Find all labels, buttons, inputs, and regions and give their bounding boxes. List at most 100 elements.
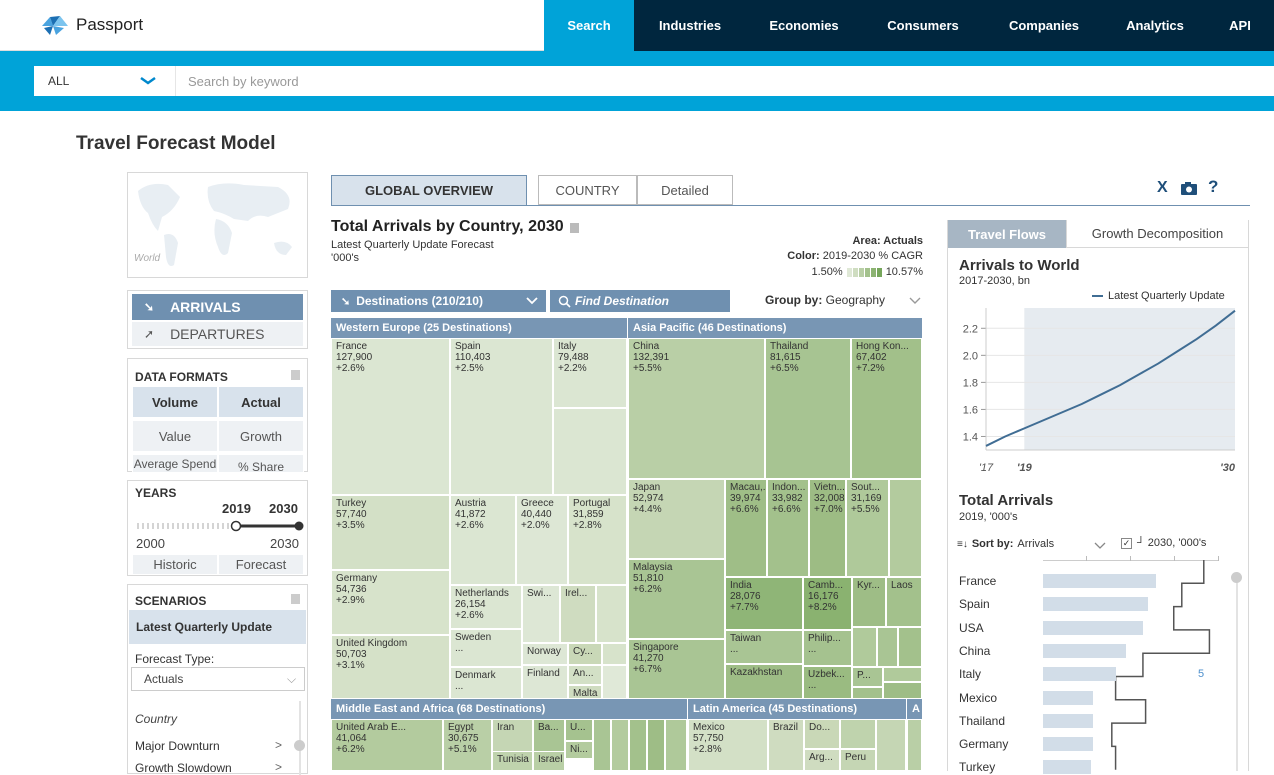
find-destination-input[interactable]: Find Destination [550, 290, 730, 312]
tab-global-overview[interactable]: GLOBAL OVERVIEW [331, 175, 527, 206]
tile-unlabeled[interactable] [883, 682, 922, 699]
tile-israel[interactable]: Israel [533, 751, 565, 771]
tile-p[interactable]: P... [852, 667, 883, 687]
bar[interactable] [1043, 760, 1092, 775]
tile-philip[interactable]: Philip...... [803, 630, 852, 666]
tile-malaysia[interactable]: Malaysia 51,810 +6.2% [628, 559, 725, 639]
tile-taiwan[interactable]: Taiwan... [725, 630, 803, 664]
tile-turkey[interactable]: Turkey 57,740 +3.5% [331, 495, 450, 570]
tile-greece[interactable]: Greece 40,440 +2.0% [516, 495, 568, 585]
info-icon[interactable] [291, 594, 300, 604]
help-icon[interactable]: ? [1208, 177, 1218, 197]
bar[interactable] [1043, 643, 1126, 658]
reg-latin-america[interactable]: Latin America (45 Destinations) [688, 699, 906, 719]
tile-unlabeled[interactable] [602, 665, 627, 699]
tile-unlabeled[interactable] [596, 585, 627, 643]
forecast-type-select[interactable]: Actuals ⌵ [131, 667, 305, 691]
group-by[interactable]: Group by: Geography [765, 293, 885, 307]
nav-analytics[interactable]: Analytics [1104, 0, 1206, 51]
tile-unlabeled[interactable] [889, 479, 922, 577]
departures-button[interactable]: ➚ DEPARTURES [132, 322, 303, 346]
scenario-item[interactable]: Growth Slowdown [135, 761, 232, 775]
nav-search[interactable]: Search [544, 0, 634, 51]
tile-singapore[interactable]: Singapore 41,270 +6.7% [628, 639, 725, 699]
tile-portugal[interactable]: Portugal 31,859 +2.8% [568, 495, 627, 585]
scrollbar-handle[interactable] [294, 740, 305, 751]
nav-economies[interactable]: Economies [746, 0, 862, 51]
tile-netherlands[interactable]: Netherlands 26,154 +2.6% [450, 585, 522, 629]
tile-kyr[interactable]: Kyr... [852, 577, 886, 627]
tile-japan[interactable]: Japan 52,974 +4.4% [628, 479, 725, 559]
tile-vietn[interactable]: Vietn... 32,008 +7.0% [809, 479, 846, 577]
tile-cy[interactable]: Cy... [568, 643, 602, 665]
tile-an[interactable]: An...... [568, 665, 602, 685]
bar[interactable] [1043, 574, 1157, 588]
tile-denmark[interactable]: Denmark... [450, 667, 522, 699]
tile-china[interactable]: China 132,391 +5.5% [628, 338, 765, 479]
tile-irel[interactable]: Irel... [560, 585, 596, 643]
tab-travel-flows[interactable]: Travel Flows [948, 220, 1066, 248]
tile-laos[interactable]: Laos [886, 577, 922, 627]
sort-by[interactable]: ≡↓ Sort by: Arrivals [957, 538, 1054, 550]
bar[interactable] [1043, 690, 1094, 705]
scrollbar-handle[interactable] [1231, 572, 1242, 583]
scenario-item[interactable]: Major Downturn [135, 739, 220, 753]
forecast-button[interactable]: Forecast [218, 554, 304, 575]
reg-more[interactable]: A [907, 699, 922, 719]
tile-unlabeled[interactable] [553, 408, 627, 495]
search-input[interactable] [175, 66, 1075, 96]
tile-malta[interactable]: Malta [568, 685, 602, 699]
nav-companies[interactable]: Companies [984, 0, 1104, 51]
tile-unlabeled[interactable] [907, 719, 922, 771]
tile-ni[interactable]: Ni... [565, 741, 593, 759]
tab-growth-decomposition[interactable]: Growth Decomposition [1066, 220, 1248, 248]
world-map-panel[interactable]: World [127, 172, 308, 278]
tile-india[interactable]: India 28,076 +7.7% [725, 577, 803, 630]
tile-swi[interactable]: Swi... [522, 585, 560, 643]
nav-industries[interactable]: Industries [634, 0, 746, 51]
info-icon[interactable] [291, 370, 300, 380]
tile-unlabeled[interactable] [898, 627, 922, 667]
average-spend-button[interactable]: Average Spend [132, 454, 218, 473]
tile-uk[interactable]: United Kingdom 50,703 +3.1% [331, 635, 450, 699]
tile-indon[interactable]: Indon... 33,982 +6.6% [767, 479, 809, 577]
chevron-down-icon[interactable] [909, 296, 921, 306]
tile-unlabeled[interactable] [665, 719, 687, 771]
camera-icon[interactable] [1180, 181, 1198, 196]
tab-country[interactable]: COUNTRY [538, 175, 637, 205]
tile-uzbek[interactable]: Uzbek...... [803, 666, 852, 699]
tile-kazakhstan[interactable]: Kazakhstan [725, 664, 803, 699]
historic-button[interactable]: Historic [132, 554, 218, 575]
tile-mexico[interactable]: Mexico 57,750 +2.8% [688, 719, 768, 771]
tile-camb[interactable]: Camb... 16,176 +8.2% [803, 577, 852, 630]
tile-unlabeled[interactable] [629, 719, 647, 771]
reg-western-europe[interactable]: Western Europe (25 Destinations) [331, 318, 627, 338]
bar[interactable] [1043, 737, 1093, 752]
tile-austria[interactable]: Austria 41,872 +2.6% [450, 495, 516, 585]
tile-brazil[interactable]: Brazil [768, 719, 804, 771]
tile-macau[interactable]: Macau,...39,974+6.6% [725, 479, 767, 577]
volume-button[interactable]: Volume [132, 386, 218, 418]
tile-thailand[interactable]: Thailand 81,615 +6.5% [765, 338, 851, 479]
chevron-down-icon[interactable] [1094, 541, 1106, 551]
reg-asia-pacific[interactable]: Asia Pacific (46 Destinations) [628, 318, 922, 338]
tile-unlabeled[interactable] [593, 719, 611, 771]
bar[interactable] [1043, 713, 1094, 728]
chevron-right-icon[interactable]: > [275, 760, 282, 774]
tile-spain[interactable]: Spain 110,403 +2.5% [450, 338, 553, 495]
tile-unlabeled[interactable] [840, 719, 876, 749]
nav-api[interactable]: API [1206, 0, 1274, 51]
tile-italy[interactable]: Italy 79,488 +2.2% [553, 338, 627, 408]
tile-sout[interactable]: Sout... 31,169 +5.5% [846, 479, 889, 577]
bar[interactable] [1043, 597, 1149, 612]
share-button[interactable]: % Share [218, 454, 304, 474]
passport-logo[interactable]: Passport [40, 12, 143, 38]
tile-tunisia[interactable]: Tunisia [492, 751, 533, 771]
tile-unlabeled[interactable] [852, 627, 877, 667]
tile-unlabeled[interactable] [883, 667, 922, 682]
scenario-selected[interactable]: Latest Quarterly Update [129, 610, 306, 644]
compare-checkbox[interactable]: ✓ [1121, 538, 1132, 549]
tile-hongkong[interactable]: Hong Kon... 67,402 +7.2% [851, 338, 922, 479]
tile-peru[interactable]: Peru [840, 749, 876, 771]
tile-unlabeled[interactable] [611, 719, 629, 771]
